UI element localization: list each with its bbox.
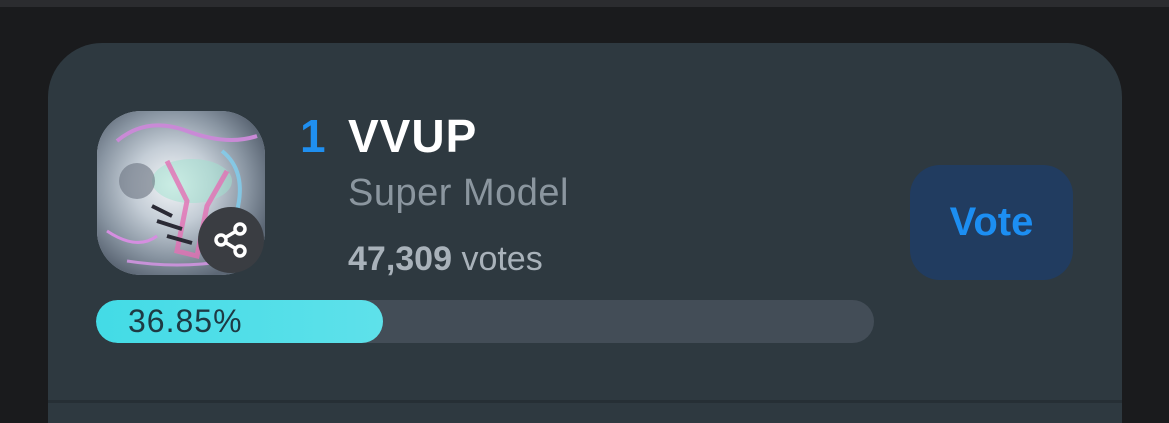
card-divider bbox=[48, 400, 1122, 403]
vote-button[interactable]: Vote bbox=[910, 165, 1073, 280]
share-icon bbox=[214, 222, 247, 258]
share-button[interactable] bbox=[198, 207, 264, 273]
vote-count-number: 47,309 bbox=[348, 240, 452, 278]
top-edge-bar bbox=[0, 0, 1169, 7]
vote-count-unit: votes bbox=[461, 240, 543, 278]
vote-percentage: 36.85% bbox=[128, 303, 243, 339]
rank-number: 1 bbox=[300, 110, 326, 162]
artist-name: VVUP bbox=[348, 110, 478, 162]
vote-count: 47,309 votes bbox=[348, 238, 543, 280]
song-title: Super Model bbox=[348, 172, 569, 214]
